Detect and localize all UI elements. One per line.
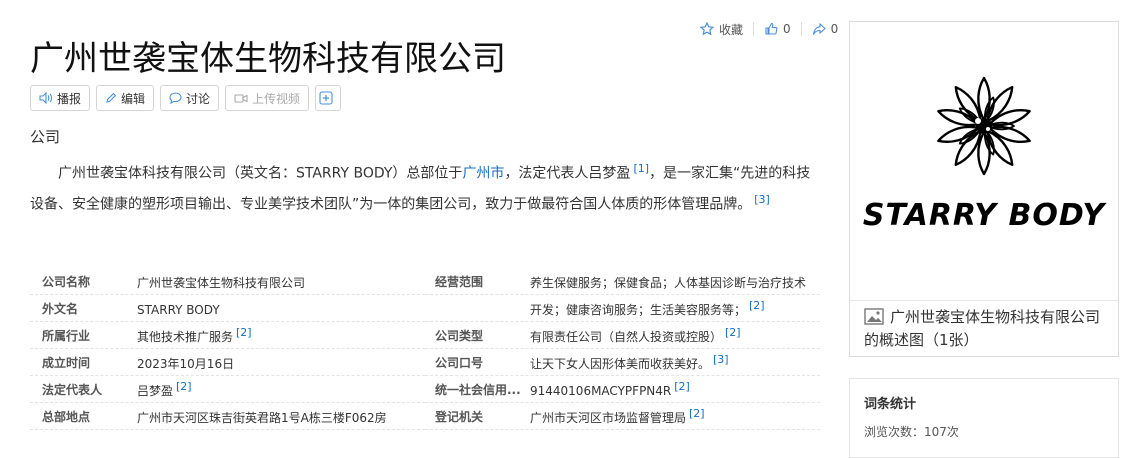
- stats-title: 词条统计: [864, 397, 917, 412]
- reference-link[interactable]: [3]: [754, 193, 770, 206]
- info-row: 公司类型 有限责任公司（自然人投资或控股） [2]: [425, 322, 820, 349]
- info-row: 统一社会信用... 91440106MACYPFPN4R [2]: [425, 376, 820, 403]
- upload-video-label: 上传视频: [252, 91, 301, 106]
- divider: [753, 22, 755, 36]
- info-label: 登记机关: [435, 409, 484, 424]
- info-row: 总部地点 广州市天河区珠吉街英君路1号A栋三楼F062房: [30, 403, 425, 430]
- info-label: 统一社会信用...: [435, 382, 521, 397]
- image-caption[interactable]: 广州世袭宝体生物科技有限公司的概述图（1张）: [864, 306, 1108, 352]
- info-value: STARRY BODY: [137, 303, 220, 317]
- reference-link[interactable]: [2]: [725, 326, 741, 339]
- info-row: 开发；健康咨询服务；生活美容服务等； [2]: [425, 295, 820, 322]
- brand-wordmark: STARRY BODY: [862, 198, 1106, 233]
- reference-link[interactable]: [1]: [633, 162, 649, 175]
- info-label: 公司名称: [42, 274, 91, 289]
- page-title: 广州世袭宝体生物科技有限公司: [30, 39, 506, 79]
- info-label: 公司类型: [435, 328, 484, 343]
- thumbs-up-icon: [765, 22, 778, 35]
- chat-bubble-icon: [169, 92, 182, 104]
- video-camera-icon: [234, 93, 248, 103]
- discuss-label: 讨论: [186, 91, 211, 106]
- info-row: 所属行业 其他技术推广服务 [2]: [30, 322, 425, 349]
- reference-link[interactable]: [3]: [713, 353, 729, 366]
- divider: [800, 22, 802, 36]
- entry-actions: 收藏 0 0: [700, 18, 838, 40]
- info-value: 吕梦盈 [2]: [137, 379, 192, 398]
- favorite-label: 收藏: [719, 22, 744, 37]
- broadcast-button[interactable]: 播报: [30, 85, 91, 111]
- info-value: 有限责任公司（自然人投资或控股） [2]: [530, 325, 741, 344]
- caption-text: 广州世袭宝体生物科技有限公司的概述图（1张）: [864, 308, 1101, 349]
- star-icon: [700, 22, 714, 36]
- info-row: 外文名 STARRY BODY: [30, 295, 425, 322]
- speaker-icon: [39, 92, 53, 104]
- reference-link[interactable]: [2]: [176, 380, 192, 393]
- reference-link[interactable]: [2]: [749, 299, 765, 312]
- plus-square-icon: [319, 91, 333, 105]
- share-button[interactable]: 0: [812, 22, 839, 36]
- info-row: 登记机关 广州市天河区市场监督管理局 [2]: [425, 403, 820, 430]
- info-label: 经营范围: [435, 274, 484, 289]
- info-row: 公司名称 广州世袭宝体生物科技有限公司: [30, 268, 425, 295]
- info-value: 让天下女人因形体美而收获美好。 [3]: [530, 352, 729, 371]
- view-count: 浏览次数：107次: [864, 425, 959, 439]
- info-label: 所属行业: [42, 328, 91, 343]
- entry-summary: 广州世袭宝体科技有限公司（英文名：STARRY BODY）总部位于广州市，法定代…: [30, 156, 820, 217]
- flower-logo-icon: [937, 76, 1031, 176]
- image-gallery-icon: [864, 308, 884, 325]
- city-link[interactable]: 广州市: [462, 166, 504, 182]
- like-button[interactable]: 0: [764, 22, 791, 36]
- reference-link[interactable]: [2]: [674, 380, 690, 393]
- add-button[interactable]: [315, 85, 342, 111]
- summary-text-1: 广州世袭宝体科技有限公司（英文名：STARRY BODY）总部位于: [58, 165, 463, 182]
- info-row: 法定代表人 吕梦盈 [2]: [30, 376, 425, 403]
- discuss-button[interactable]: 讨论: [160, 85, 220, 111]
- info-value: 广州市天河区珠吉街英君路1号A栋三楼F062房: [137, 410, 387, 425]
- info-value: 广州世袭宝体生物科技有限公司: [137, 275, 306, 290]
- entry-category: 公司: [30, 128, 61, 146]
- info-row: 成立时间 2023年10月16日: [30, 349, 425, 376]
- company-logo: STARRY BODY: [850, 22, 1118, 292]
- info-label: 成立时间: [42, 355, 91, 370]
- info-label: 外文名: [42, 301, 79, 316]
- info-label: 法定代表人: [42, 382, 103, 397]
- edit-button[interactable]: 编辑: [96, 85, 155, 111]
- pencil-icon: [106, 92, 117, 103]
- reference-link[interactable]: [2]: [236, 326, 252, 339]
- share-count: 0: [830, 22, 839, 36]
- like-count: 0: [783, 22, 791, 36]
- info-value: 2023年10月16日: [137, 356, 235, 371]
- divider: [850, 300, 1118, 301]
- broadcast-label: 播报: [57, 91, 82, 106]
- info-value: 91440106MACYPFPN4R [2]: [530, 380, 690, 398]
- info-value: 开发；健康咨询服务；生活美容服务等； [2]: [530, 298, 765, 317]
- share-icon: [812, 22, 826, 35]
- favorite-button[interactable]: 收藏: [700, 21, 743, 38]
- info-row: 经营范围 养生保健服务；保健食品；人体基因诊断与治疗技术: [425, 268, 820, 295]
- info-label: 公司口号: [435, 355, 484, 370]
- edit-label: 编辑: [121, 91, 146, 106]
- reference-link[interactable]: [2]: [689, 407, 705, 420]
- info-column-right: 经营范围 养生保健服务；保健食品；人体基因诊断与治疗技术 开发；健康咨询服务；生活…: [425, 268, 820, 430]
- info-value: 其他技术推广服务 [2]: [137, 325, 252, 344]
- entry-toolbar: 播报 编辑 讨论 上传视频: [30, 85, 342, 111]
- info-label: 总部地点: [42, 409, 91, 424]
- info-row: 公司口号 让天下女人因形体美而收获美好。 [3]: [425, 349, 820, 376]
- summary-text-2: ，法定代表人吕梦盈: [504, 165, 631, 182]
- info-value: 广州市天河区市场监督管理局 [2]: [530, 406, 705, 425]
- overview-image-card[interactable]: STARRY BODY 广州世袭宝体生物科技有限公司的概述图（1张）: [849, 21, 1119, 357]
- entry-stats-card: 词条统计 浏览次数：107次: [849, 378, 1119, 458]
- info-column-left: 公司名称 广州世袭宝体生物科技有限公司 外文名 STARRY BODY 所属行业 其他…: [30, 268, 425, 430]
- info-value: 养生保健服务；保健食品；人体基因诊断与治疗技术: [530, 275, 807, 290]
- upload-video-button[interactable]: 上传视频: [225, 85, 310, 111]
